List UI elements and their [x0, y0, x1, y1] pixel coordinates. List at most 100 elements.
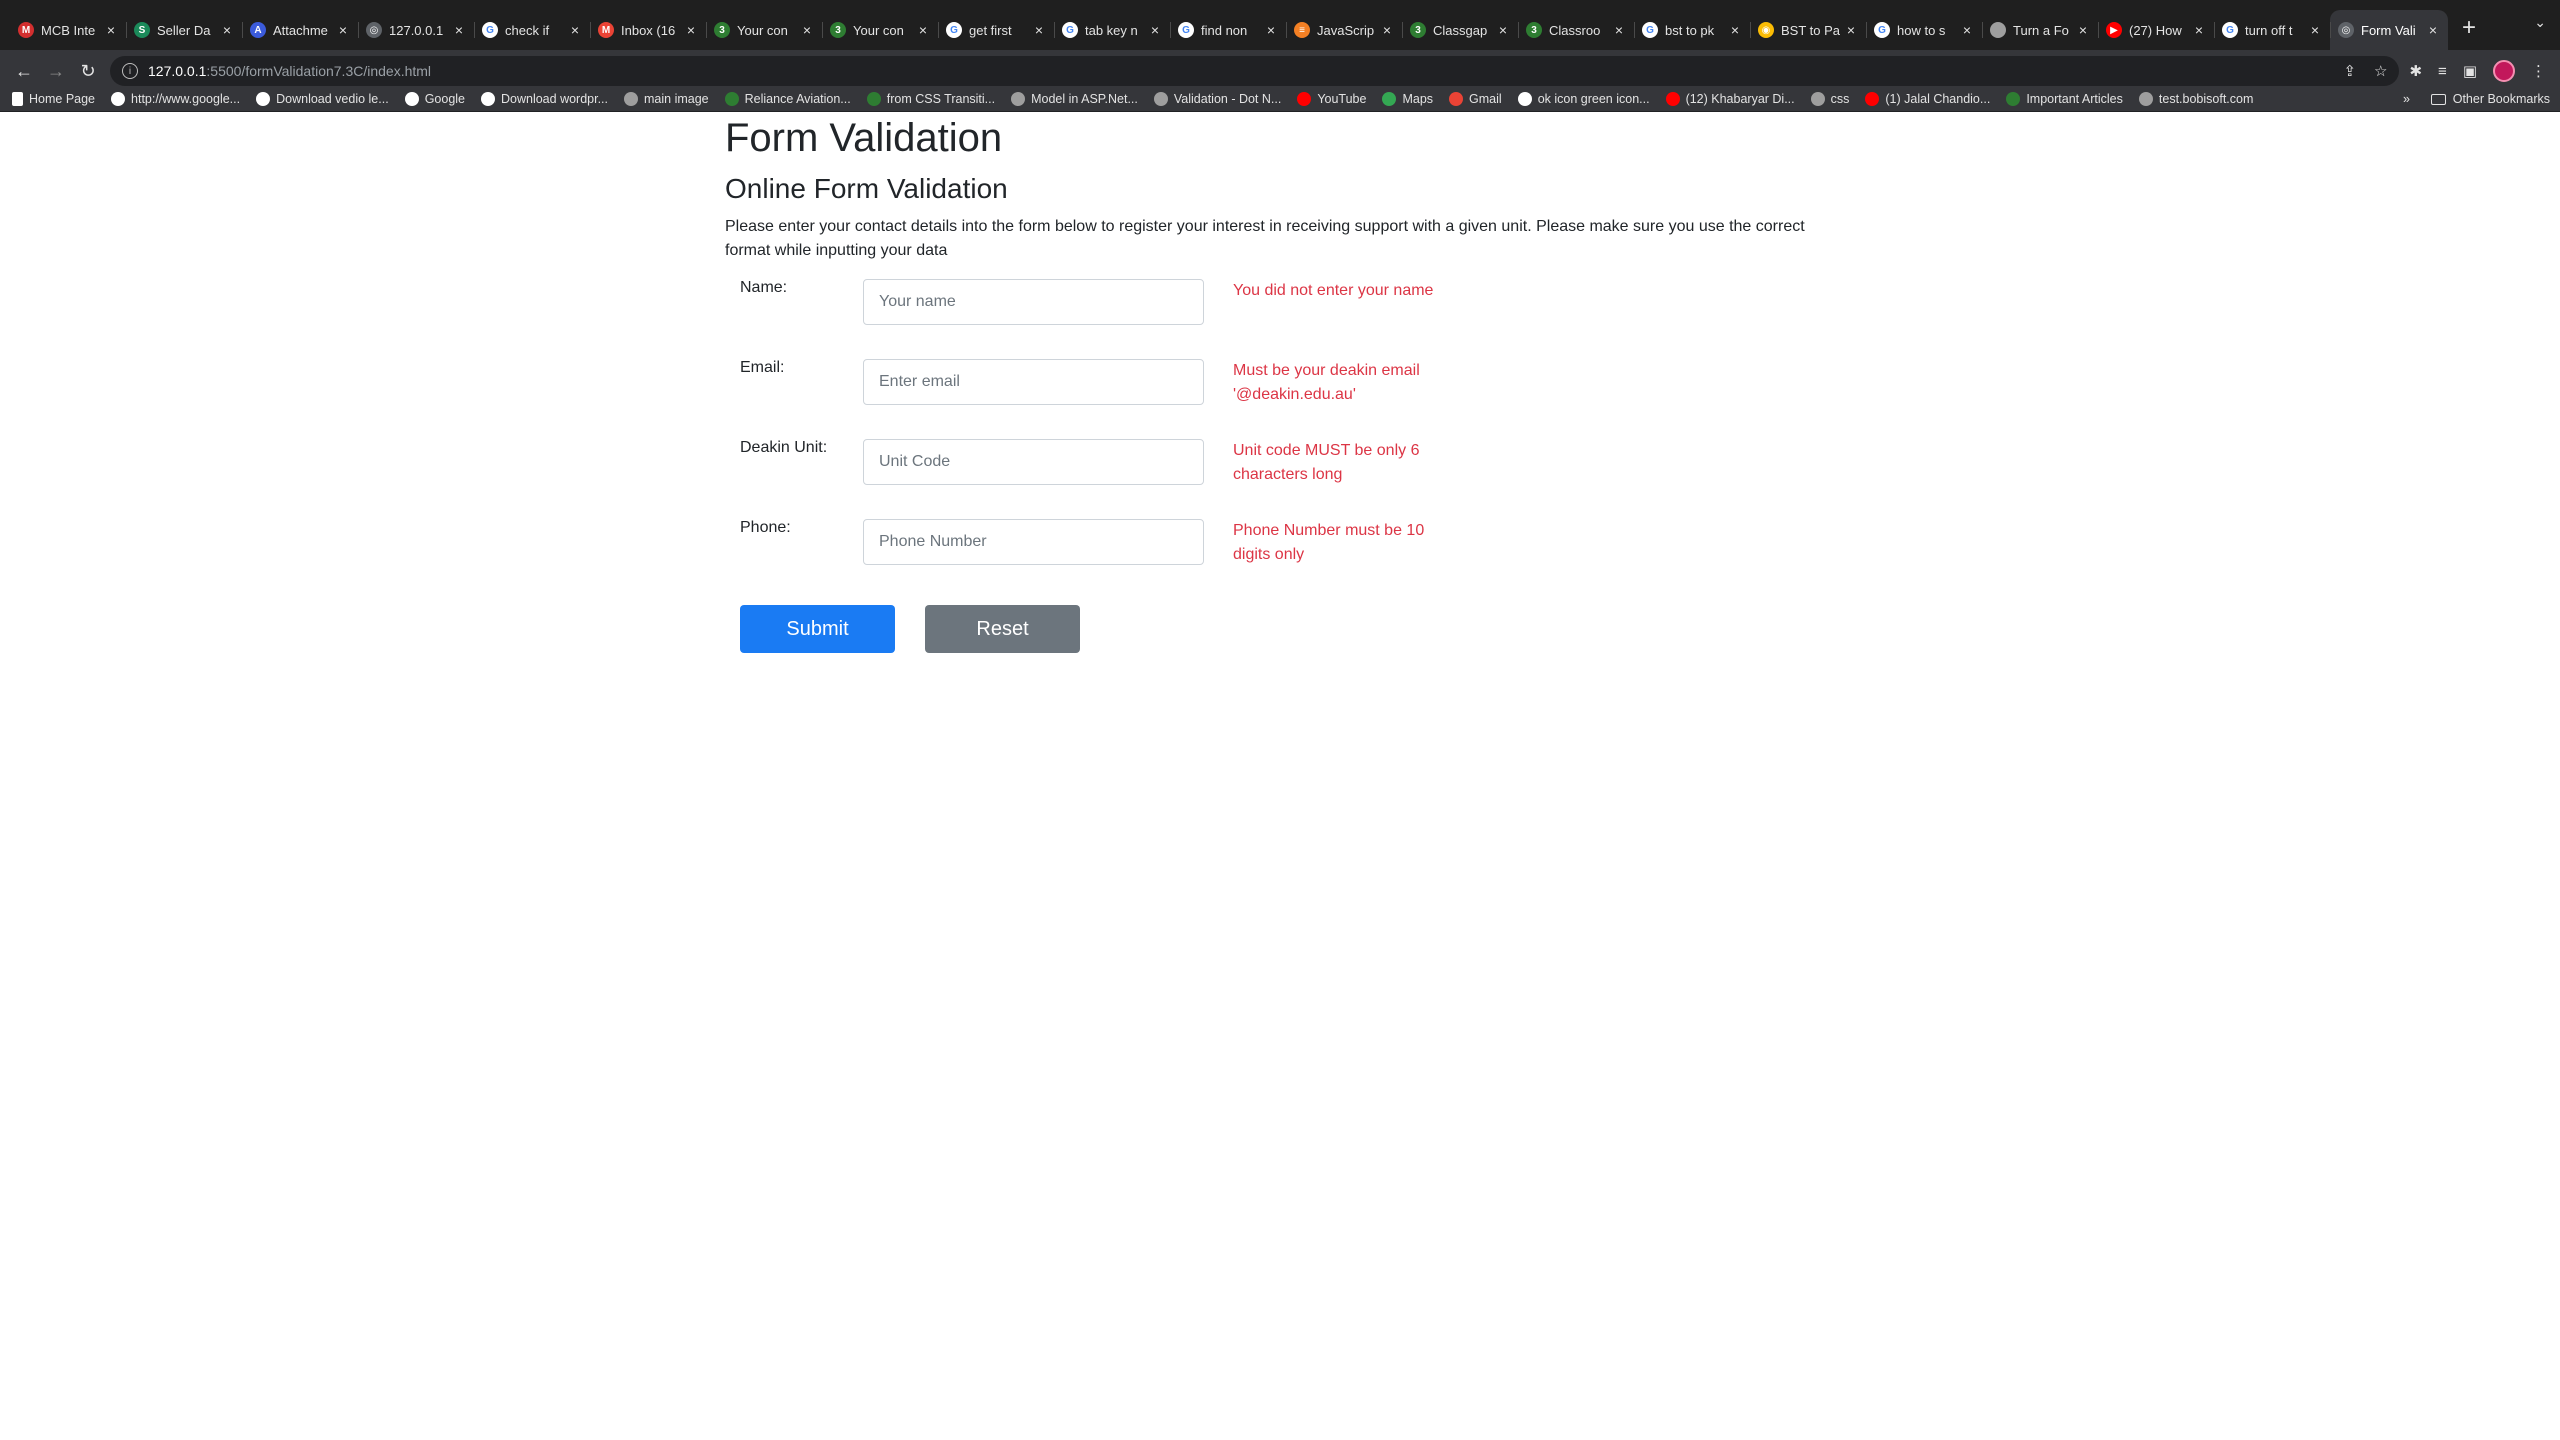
reload-button[interactable]: ↻: [72, 55, 104, 87]
bookmark-label: (1) Jalal Chandio...: [1885, 91, 1991, 106]
close-tab-icon[interactable]: ×: [1148, 22, 1162, 38]
bookmark-item[interactable]: http://www.google...: [111, 91, 240, 106]
browser-tab[interactable]: Ghow to s ×: [1866, 10, 1982, 50]
other-bookmarks-folder[interactable]: Other Bookmarks: [2430, 92, 2550, 106]
media-controls-icon[interactable]: ≡: [2438, 63, 2447, 80]
reset-button[interactable]: Reset: [925, 605, 1080, 653]
close-tab-icon[interactable]: ×: [1960, 22, 1974, 38]
close-tab-icon[interactable]: ×: [336, 22, 350, 38]
bookmark-item[interactable]: Important Articles: [2006, 91, 2123, 106]
name-error: You did not enter your name: [1233, 282, 1434, 299]
forward-button[interactable]: →: [40, 55, 72, 87]
browser-tab[interactable]: Gturn off t ×: [2214, 10, 2330, 50]
bookmark-item[interactable]: Model in ASP.Net...: [1011, 91, 1138, 106]
browser-tab[interactable]: S Seller Da ×: [126, 10, 242, 50]
close-tab-icon[interactable]: ×: [1496, 22, 1510, 38]
browser-tab[interactable]: Turn a Fo ×: [1982, 10, 2098, 50]
browser-tab[interactable]: Gfind non ×: [1170, 10, 1286, 50]
youtube-icon: [1297, 91, 1312, 106]
bookmark-item[interactable]: from CSS Transiti...: [866, 91, 996, 106]
bookmark-star-icon[interactable]: ☆: [2374, 62, 2387, 80]
tab-search-icon[interactable]: ⌄: [2534, 14, 2546, 31]
bookmark-item[interactable]: (1) Jalal Chandio...: [1865, 91, 1991, 106]
browser-tab[interactable]: Gtab key n ×: [1054, 10, 1170, 50]
tab-list: M MCB Inte × S Seller Da × A Attachme × ◎ 127.0.0.…: [10, 0, 2448, 50]
name-input[interactable]: [863, 279, 1204, 325]
close-tab-icon[interactable]: ×: [1612, 22, 1626, 38]
extensions-icon[interactable]: ✱: [2409, 62, 2422, 80]
close-tab-icon[interactable]: ×: [2076, 22, 2090, 38]
bookmark-item[interactable]: Home Page: [12, 91, 95, 106]
close-tab-icon[interactable]: ×: [220, 22, 234, 38]
page-subtitle: Online Form Validation: [725, 173, 1008, 204]
browser-tab[interactable]: ◎ 127.0.0.1 ×: [358, 10, 474, 50]
site-info-icon[interactable]: i: [122, 63, 138, 79]
browser-tab[interactable]: Gbst to pk ×: [1634, 10, 1750, 50]
globe-icon: ◎: [366, 22, 382, 38]
share-icon[interactable]: ⇪: [2343, 62, 2356, 80]
close-tab-icon[interactable]: ×: [1380, 22, 1394, 38]
browser-tab[interactable]: ◎ Form Vali ×: [2330, 10, 2448, 50]
bookmark-item[interactable]: ok icon green icon...: [1517, 91, 1650, 106]
browser-tab[interactable]: M Inbox (16 ×: [590, 10, 706, 50]
back-button[interactable]: ←: [8, 55, 40, 87]
close-tab-icon[interactable]: ×: [1032, 22, 1046, 38]
close-tab-icon[interactable]: ×: [684, 22, 698, 38]
close-tab-icon[interactable]: ×: [1264, 22, 1278, 38]
close-tab-icon[interactable]: ×: [2308, 22, 2322, 38]
close-tab-icon[interactable]: ×: [800, 22, 814, 38]
close-tab-icon[interactable]: ×: [1728, 22, 1742, 38]
address-bar[interactable]: i 127.0.0.1:5500/formValidation7.3C/inde…: [110, 56, 2400, 86]
email-input[interactable]: [863, 359, 1204, 405]
bookmark-item[interactable]: Gmail: [1449, 91, 1502, 106]
bookmark-item[interactable]: YouTube: [1297, 91, 1366, 106]
main-content: Form Validation Online Form Validation P…: [725, 114, 1845, 655]
submit-button[interactable]: Submit: [740, 605, 895, 653]
browser-tab[interactable]: Gcheck if ×: [474, 10, 590, 50]
bookmark-label: Google: [424, 91, 465, 106]
new-tab-button[interactable]: +: [2462, 14, 2476, 42]
bookmark-label: from CSS Transiti...: [886, 91, 996, 106]
close-tab-icon[interactable]: ×: [104, 22, 118, 38]
profile-avatar[interactable]: [2493, 60, 2515, 82]
bookmark-item[interactable]: main image: [624, 91, 709, 106]
browser-tab[interactable]: ◉ BST to Pa ×: [1750, 10, 1866, 50]
bookmark-list: Home Page http://www.google... Download ve…: [12, 91, 2269, 106]
browser-tab[interactable]: 3 Classroo ×: [1518, 10, 1634, 50]
browser-tab[interactable]: Gget first ×: [938, 10, 1054, 50]
browser-menu-icon[interactable]: ⋮: [2531, 62, 2546, 80]
google-icon: G: [1178, 22, 1194, 38]
browser-tab[interactable]: 3 Your con ×: [822, 10, 938, 50]
close-tab-icon[interactable]: ×: [452, 22, 466, 38]
bookmark-item[interactable]: Validation - Dot N...: [1153, 91, 1281, 106]
url-path: :5500/formValidation7.3C/index.html: [206, 63, 432, 79]
bookmark-item[interactable]: css: [1810, 91, 1849, 106]
bookmark-item[interactable]: test.bobisoft.com: [2138, 91, 2253, 106]
bookmark-item[interactable]: (12) Khabaryar Di...: [1665, 91, 1795, 106]
phone-input[interactable]: [863, 519, 1204, 565]
browser-tab[interactable]: 3 Classgap ×: [1402, 10, 1518, 50]
bookmark-item[interactable]: Download wordpr...: [481, 91, 609, 106]
tab-title: JavaScrip: [1317, 22, 1375, 38]
browser-tab[interactable]: ▶ (27) How ×: [2098, 10, 2214, 50]
close-tab-icon[interactable]: ×: [2426, 22, 2440, 38]
close-tab-icon[interactable]: ×: [916, 22, 930, 38]
bookmark-item[interactable]: Maps: [1382, 91, 1433, 106]
close-tab-icon[interactable]: ×: [1844, 22, 1858, 38]
close-tab-icon[interactable]: ×: [568, 22, 582, 38]
bookmarks-bar: Home Page http://www.google... Download ve…: [0, 91, 2560, 112]
browser-tab[interactable]: ≡ JavaScrip ×: [1286, 10, 1402, 50]
close-tab-icon[interactable]: ×: [2192, 22, 2206, 38]
side-panel-icon[interactable]: ▣: [2463, 62, 2477, 80]
browser-tab[interactable]: A Attachme ×: [242, 10, 358, 50]
more-bookmarks-button[interactable]: »: [2403, 92, 2410, 106]
unit-code-input[interactable]: [863, 439, 1204, 485]
browser-tab[interactable]: 3 Your con ×: [706, 10, 822, 50]
page-title: Form Validation: [725, 116, 1003, 160]
bookmark-label: Download wordpr...: [501, 91, 609, 106]
tab-title: Seller Da: [157, 22, 211, 38]
bookmark-item[interactable]: Download vedio le...: [256, 91, 389, 106]
bookmark-item[interactable]: Google: [404, 91, 465, 106]
bookmark-item[interactable]: Reliance Aviation...: [724, 91, 851, 106]
browser-tab[interactable]: M MCB Inte ×: [10, 10, 126, 50]
